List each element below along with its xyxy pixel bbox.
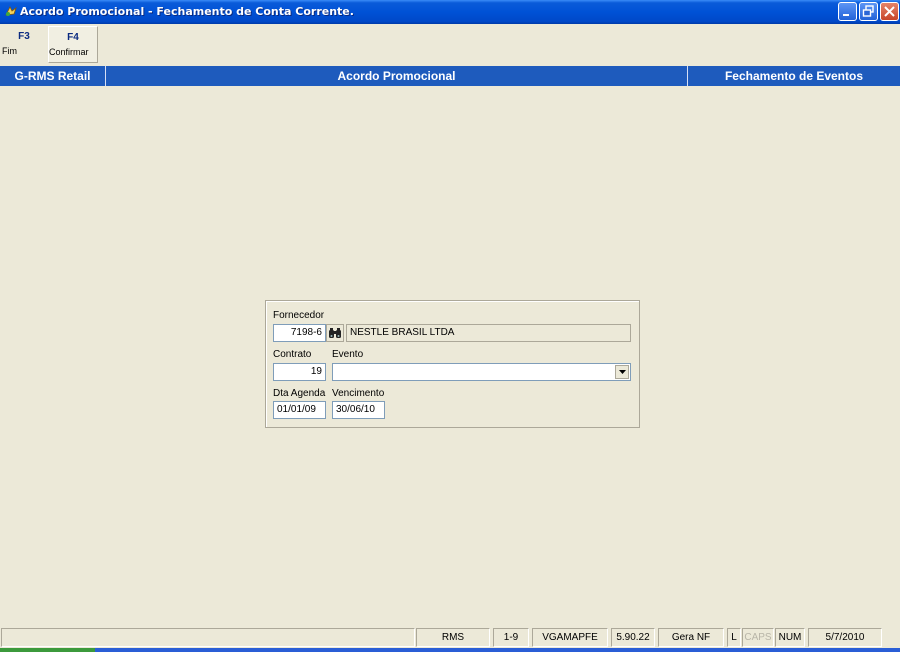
- status-caps: CAPS: [742, 628, 774, 647]
- vencimento-field[interactable]: 30/06/10: [332, 401, 385, 419]
- status-mode: Gera NF: [658, 628, 724, 647]
- confirmar-button[interactable]: F4 Confirmar: [48, 26, 98, 63]
- fim-key: F3: [18, 31, 30, 42]
- status-message: [1, 628, 415, 647]
- status-version: 5.90.22: [611, 628, 655, 647]
- chevron-down-icon: [619, 370, 626, 374]
- status-company: 1-9: [493, 628, 529, 647]
- app-icon: [5, 6, 17, 16]
- status-bar: RMS 1-9 VGAMAPFE 5.90.22 Gera NF L CAPS …: [0, 627, 900, 648]
- contrato-field[interactable]: 19: [273, 363, 326, 381]
- confirmar-key: F4: [67, 32, 79, 43]
- status-num: NUM: [775, 628, 805, 647]
- close-icon: [884, 6, 895, 17]
- status-user: VGAMAPFE: [532, 628, 608, 647]
- close-button[interactable]: [880, 2, 899, 21]
- start-button-edge[interactable]: [0, 648, 95, 652]
- header-strip: G-RMS Retail Acordo Promocional Fechamen…: [0, 66, 900, 86]
- status-system: RMS: [416, 628, 490, 647]
- fornecedor-code-field[interactable]: 7198-6: [273, 324, 326, 342]
- window-title: Acordo Promocional - Fechamento de Conta…: [20, 5, 354, 18]
- screen-name: Fechamento de Eventos: [724, 69, 864, 83]
- contrato-label: Contrato: [273, 349, 312, 360]
- dta-agenda-label: Dta Agenda: [273, 388, 326, 399]
- minimize-icon: [843, 14, 849, 16]
- fim-label: Fim: [2, 46, 17, 56]
- evento-label: Evento: [332, 349, 364, 360]
- taskbar-edge: [0, 648, 900, 652]
- system-name: G-RMS Retail: [0, 66, 106, 86]
- evento-dropdown-button[interactable]: [615, 365, 629, 379]
- fornecedor-name-field: NESTLE BRASIL LTDA: [346, 324, 631, 342]
- fim-button[interactable]: F3 Fim: [2, 26, 46, 63]
- minimize-button[interactable]: [838, 2, 857, 21]
- binoculars-icon: [329, 328, 341, 338]
- dta-agenda-field[interactable]: 01/01/09: [273, 401, 326, 419]
- restore-icon: [862, 5, 874, 17]
- toolbar: F3 Fim F4 Confirmar: [0, 24, 900, 66]
- fornecedor-label: Fornecedor: [273, 310, 325, 321]
- title-bar: Acordo Promocional - Fechamento de Conta…: [0, 0, 900, 24]
- restore-button[interactable]: [859, 2, 878, 21]
- status-l: L: [727, 628, 741, 647]
- form-panel: Fornecedor 7198-6 NESTLE BRASIL LTDA Con…: [265, 300, 640, 428]
- fornecedor-search-button[interactable]: [326, 324, 344, 342]
- vencimento-label: Vencimento: [332, 388, 385, 399]
- confirmar-label: Confirmar: [49, 47, 89, 57]
- module-name: Acordo Promocional: [106, 66, 688, 86]
- evento-select[interactable]: [332, 363, 631, 381]
- status-date: 5/7/2010: [808, 628, 882, 647]
